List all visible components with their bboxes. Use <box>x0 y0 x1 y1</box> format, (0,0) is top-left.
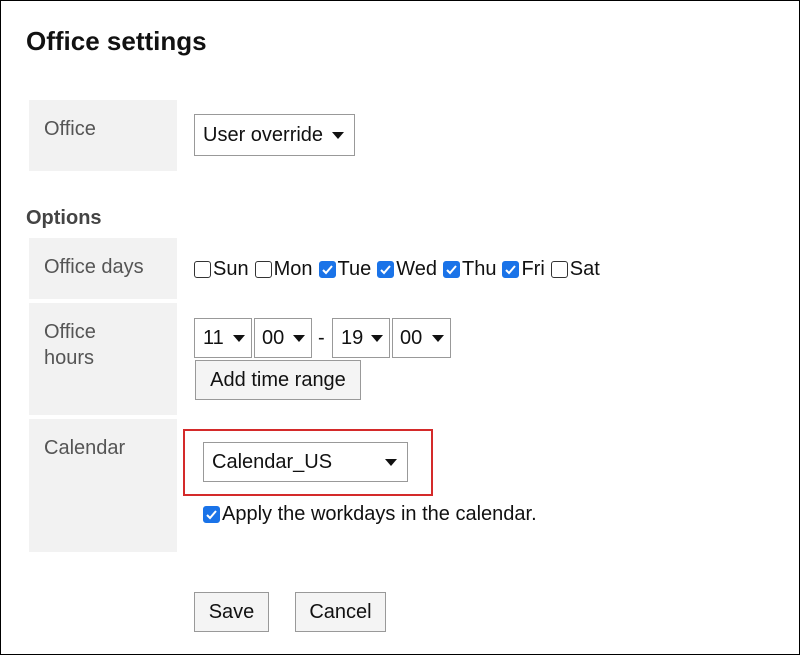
calendar-select[interactable]: Calendar_US <box>203 442 408 482</box>
office-days-label: Office days <box>44 256 144 278</box>
chevron-down-icon <box>385 458 397 466</box>
end-hour-select[interactable]: 19 <box>332 318 390 358</box>
office-hours-label-line1: Office <box>44 321 96 343</box>
day-sun[interactable]: Sun <box>194 258 249 281</box>
page-title: Office settings <box>26 26 207 56</box>
day-wed-label: Wed <box>396 258 437 280</box>
office-label-cell: Office <box>29 100 177 171</box>
chevron-down-icon <box>293 334 305 342</box>
time-range-separator: - <box>318 327 325 349</box>
calendar-label: Calendar <box>44 437 126 459</box>
checkbox-sun[interactable] <box>194 261 211 278</box>
checkmark-icon <box>380 265 391 275</box>
cancel-button[interactable]: Cancel <box>295 592 386 632</box>
day-fri-label: Fri <box>521 258 545 280</box>
office-hours-label-cell: Office hours <box>29 303 177 415</box>
day-mon[interactable]: Mon <box>254 258 313 281</box>
office-settings-panel: Office settings Office User override Opt… <box>0 0 800 655</box>
office-select-value: User override <box>203 123 324 146</box>
day-thu[interactable]: Thu <box>443 258 496 281</box>
checkbox-wed[interactable] <box>377 261 395 278</box>
day-tue[interactable]: Tue <box>318 258 372 281</box>
office-days-label-cell: Office days <box>29 238 177 299</box>
day-sat[interactable]: Sat <box>550 258 600 281</box>
start-minute-value: 00 <box>262 326 285 349</box>
day-mon-label: Mon <box>273 258 313 280</box>
day-wed[interactable]: Wed <box>377 258 437 281</box>
chevron-down-icon <box>233 334 245 342</box>
calendar-label-cell: Calendar <box>29 419 177 552</box>
start-hour-select[interactable]: 11 <box>194 318 252 358</box>
day-fri[interactable]: Fri <box>502 258 545 281</box>
day-sun-label: Sun <box>213 258 249 280</box>
office-hours-label-line2: hours <box>44 347 95 369</box>
checkmark-icon <box>321 265 333 275</box>
chevron-down-icon <box>371 334 383 342</box>
office-select[interactable]: User override <box>194 114 355 156</box>
apply-workdays-label: Apply the workdays in the calendar. <box>222 503 537 525</box>
checkbox-fri[interactable] <box>502 261 520 278</box>
checkmark-icon <box>446 265 457 275</box>
save-button[interactable]: Save <box>194 592 269 632</box>
checkbox-thu[interactable] <box>443 261 460 278</box>
checkmark-icon <box>505 265 517 275</box>
apply-workdays-option[interactable]: Apply the workdays in the calendar. <box>203 503 537 526</box>
checkmark-icon <box>206 510 217 520</box>
end-minute-select[interactable]: 00 <box>392 318 451 358</box>
day-tue-label: Tue <box>337 258 372 280</box>
office-label: Office <box>44 118 96 140</box>
office-days-checkboxes: Sun Mon Tue Wed Thu Fri Sat <box>194 258 606 281</box>
chevron-down-icon <box>332 131 344 139</box>
day-sat-label: Sat <box>569 258 600 280</box>
day-thu-label: Thu <box>462 258 497 280</box>
start-minute-select[interactable]: 00 <box>254 318 312 358</box>
checkbox-tue[interactable] <box>318 261 336 278</box>
checkbox-mon[interactable] <box>254 261 272 278</box>
end-hour-value: 19 <box>341 326 364 349</box>
calendar-select-value: Calendar_US <box>212 450 333 473</box>
end-minute-value: 00 <box>400 326 423 349</box>
apply-workdays-checkbox[interactable] <box>203 506 220 523</box>
add-time-range-button[interactable]: Add time range <box>195 360 361 400</box>
chevron-down-icon <box>432 334 444 342</box>
checkbox-sat[interactable] <box>550 261 568 278</box>
options-heading: Options <box>26 207 102 229</box>
start-hour-value: 11 <box>203 326 224 349</box>
